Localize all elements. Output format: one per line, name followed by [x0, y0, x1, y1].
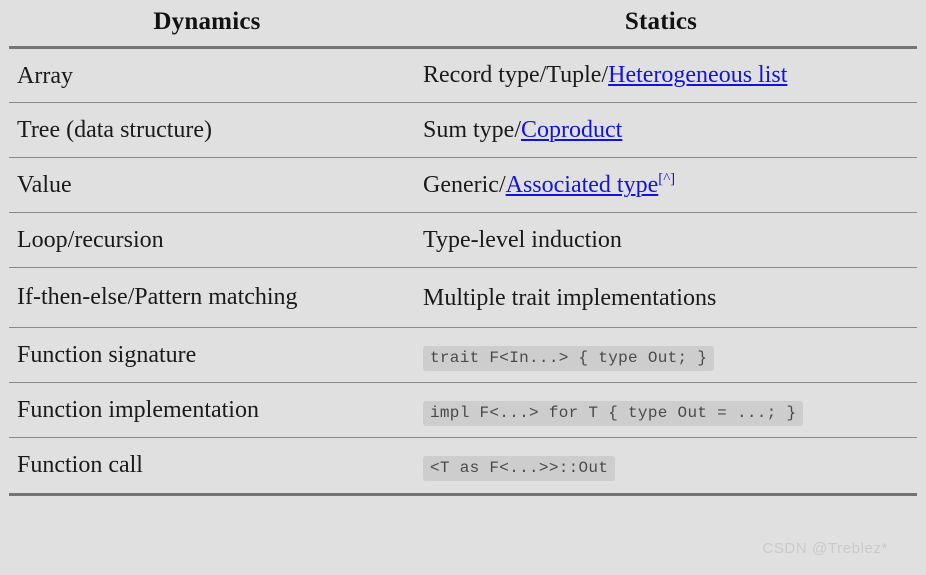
cell-dynamics: Value [9, 157, 405, 214]
statics-link[interactable]: Associated type [506, 172, 659, 198]
cell-dynamics: Tree (data structure) [9, 102, 405, 159]
statics-link[interactable]: Coproduct [521, 117, 622, 143]
code-snippet: trait F<In...> { type Out; } [423, 346, 715, 372]
footnote-reference[interactable]: [^] [658, 171, 675, 187]
cell-statics: Sum type/Coproduct [405, 102, 917, 159]
csdn-watermark: CSDN @Treblez* [762, 540, 888, 557]
comparison-table-container: Dynamics Statics Array Record type/Tuple/… [0, 0, 926, 575]
cell-statics: Multiple trait implementations [405, 267, 917, 329]
table-row: Loop/recursion Type-level induction [9, 212, 917, 269]
cell-dynamics: Loop/recursion [9, 212, 405, 269]
dynamics-statics-comparison-table: Dynamics Statics Array Record type/Tuple/… [9, 0, 917, 496]
column-header-dynamics: Dynamics [9, 0, 405, 49]
cell-statics: Record type/Tuple/Heterogeneous list [405, 47, 917, 104]
cell-dynamics: Function implementation [9, 382, 405, 439]
table-header: Dynamics Statics [9, 0, 917, 49]
table-row: Function implementation impl F<...> for T… [9, 382, 917, 439]
table-body: Array Record type/Tuple/Heterogeneous lis… [9, 47, 917, 496]
cell-statics: Generic/Associated type[^] [405, 157, 917, 214]
statics-text: Multiple trait implementations [423, 284, 717, 311]
statics-text: Generic/ [423, 172, 506, 199]
table-row: Tree (data structure) Sum type/Coproduct [9, 102, 917, 159]
statics-text: Record type/Tuple/ [423, 62, 609, 88]
table-row: Array Record type/Tuple/Heterogeneous lis… [9, 47, 917, 104]
statics-text: Sum type/ [423, 117, 522, 144]
table-row: Function signature trait F<In...> { type … [9, 327, 917, 384]
cell-dynamics: Array [9, 47, 405, 104]
code-snippet: impl F<...> for T { type Out = ...; } [423, 401, 804, 427]
cell-dynamics: Function signature [9, 327, 405, 384]
cell-statics: trait F<In...> { type Out; } [405, 327, 917, 384]
column-header-statics: Statics [405, 0, 917, 49]
table-row: If-then-else/Pattern matching Multiple tr… [9, 267, 917, 329]
cell-dynamics: If-then-else/Pattern matching [9, 267, 405, 329]
statics-link[interactable]: Heterogeneous list [608, 62, 787, 88]
table-row: Function call <T as F<...>>::Out [9, 437, 917, 496]
cell-statics: <T as F<...>>::Out [405, 437, 917, 496]
cell-statics: Type-level induction [405, 212, 917, 269]
code-snippet: <T as F<...>>::Out [423, 456, 616, 482]
table-row: Value Generic/Associated type[^] [9, 157, 917, 214]
table-header-row: Dynamics Statics [9, 0, 917, 49]
cell-dynamics: Function call [9, 437, 405, 496]
cell-statics: impl F<...> for T { type Out = ...; } [405, 382, 917, 439]
statics-text: Type-level induction [423, 227, 622, 254]
